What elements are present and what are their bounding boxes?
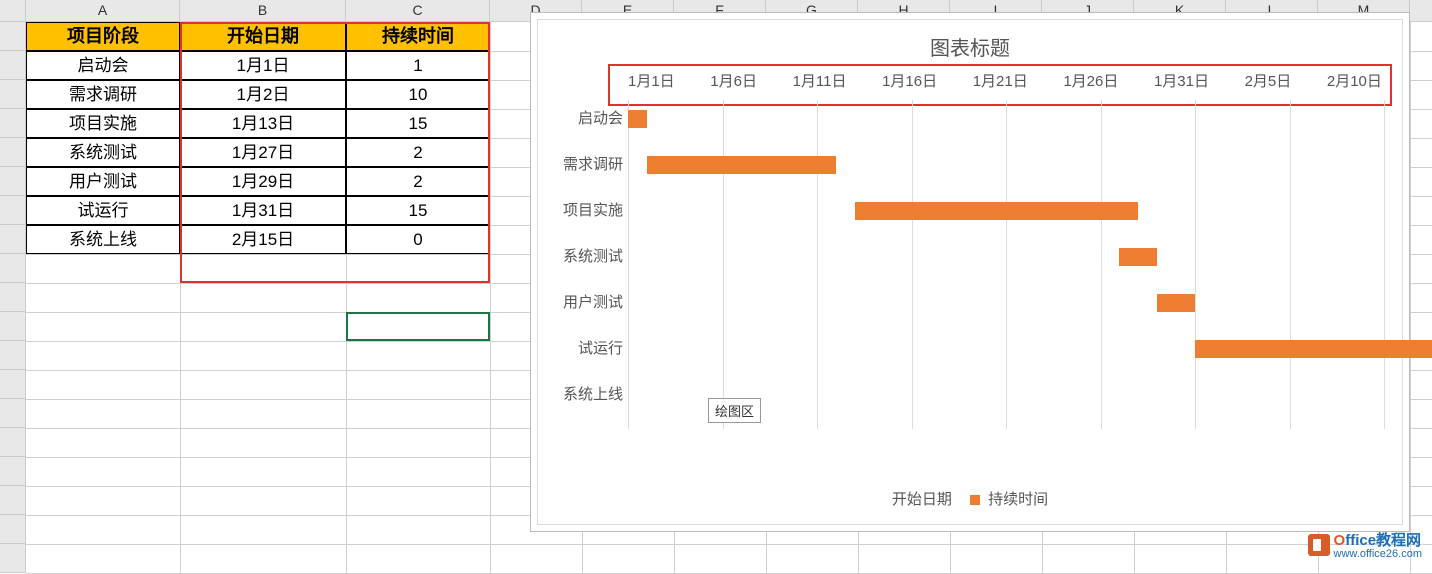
legend-series-start: 开始日期 xyxy=(892,491,952,508)
legend-swatch-icon xyxy=(970,495,980,505)
gantt-category-label: 需求调研 xyxy=(538,156,623,174)
gantt-bar[interactable] xyxy=(628,110,647,128)
cell-start[interactable]: 1月31日 xyxy=(180,196,346,225)
cell-start[interactable]: 1月2日 xyxy=(180,80,346,109)
gantt-bar[interactable] xyxy=(1157,294,1195,312)
watermark: Office教程网 www.office26.com xyxy=(1308,529,1422,560)
row-header[interactable] xyxy=(0,370,26,399)
cell-start[interactable]: 1月27日 xyxy=(180,138,346,167)
x-tick-label: 1月11日 xyxy=(793,70,847,100)
table-header-duration[interactable]: 持续时间 xyxy=(346,22,490,51)
chart-title[interactable]: 图表标题 xyxy=(538,32,1402,61)
x-tick-label: 1月16日 xyxy=(882,70,937,100)
cell-phase[interactable]: 需求调研 xyxy=(26,80,180,109)
plot-area-tooltip: 绘图区 xyxy=(708,398,761,423)
col-header-B[interactable]: B xyxy=(180,0,346,21)
chart-x-axis-ticks: 1月1日 1月6日 1月11日 1月16日 1月21日 1月26日 1月31日 2月5日 2月1… xyxy=(628,70,1382,100)
x-tick-label: 1月1日 xyxy=(628,70,675,100)
row-header[interactable] xyxy=(0,109,26,138)
gantt-bar[interactable] xyxy=(1195,340,1432,358)
cell-phase[interactable]: 系统测试 xyxy=(26,138,180,167)
cell-duration[interactable]: 15 xyxy=(346,196,490,225)
row-header[interactable] xyxy=(0,341,26,370)
col-header-C[interactable]: C xyxy=(346,0,490,21)
row-header[interactable] xyxy=(0,283,26,312)
row-header-column xyxy=(0,22,26,573)
row-header[interactable] xyxy=(0,51,26,80)
cell-start[interactable]: 2月15日 xyxy=(180,225,346,254)
select-all-corner[interactable] xyxy=(0,0,26,21)
cell-duration[interactable]: 10 xyxy=(346,80,490,109)
cell-phase[interactable]: 试运行 xyxy=(26,196,180,225)
row-header[interactable] xyxy=(0,428,26,457)
row-header[interactable] xyxy=(0,544,26,573)
cell-phase[interactable]: 系统上线 xyxy=(26,225,180,254)
chart-gridline xyxy=(1384,100,1385,429)
gantt-category-label: 用户测试 xyxy=(538,294,623,312)
cell-duration[interactable]: 1 xyxy=(346,51,490,80)
row-header[interactable] xyxy=(0,515,26,544)
row-header[interactable] xyxy=(0,138,26,167)
chart-legend[interactable]: 开始日期 持续时间 xyxy=(538,488,1402,509)
row-header[interactable] xyxy=(0,399,26,428)
cell-duration[interactable]: 15 xyxy=(346,109,490,138)
x-tick-label: 1月31日 xyxy=(1154,70,1209,100)
cell-phase[interactable]: 用户测试 xyxy=(26,167,180,196)
x-tick-label: 1月6日 xyxy=(710,70,757,100)
gantt-category-label: 项目实施 xyxy=(538,202,623,220)
row-header[interactable] xyxy=(0,457,26,486)
gantt-bar[interactable] xyxy=(647,156,836,174)
row-header[interactable] xyxy=(0,312,26,341)
cell-duration[interactable]: 2 xyxy=(346,138,490,167)
row-header[interactable] xyxy=(0,196,26,225)
table-header-phase[interactable]: 项目阶段 xyxy=(26,22,180,51)
row-header[interactable] xyxy=(0,225,26,254)
x-tick-label: 2月10日 xyxy=(1327,70,1382,100)
gantt-chart[interactable]: 图表标题 1月1日 1月6日 1月11日 1月16日 1月21日 1月26日 1月31日 2月… xyxy=(530,12,1410,532)
cell-duration[interactable]: 0 xyxy=(346,225,490,254)
office-logo-icon xyxy=(1308,534,1330,556)
chart-plot-area[interactable]: 启动会 需求调研 项目实施 系统测试 用户测试 试运行 系统上线 xyxy=(628,100,1382,429)
gantt-category-label: 系统测试 xyxy=(538,248,623,266)
cell-start[interactable]: 1月29日 xyxy=(180,167,346,196)
cell-start[interactable]: 1月13日 xyxy=(180,109,346,138)
row-header[interactable] xyxy=(0,486,26,515)
gantt-bar[interactable] xyxy=(855,202,1139,220)
x-tick-label: 2月5日 xyxy=(1245,70,1292,100)
gantt-category-label: 系统上线 xyxy=(538,386,623,404)
row-header[interactable] xyxy=(0,80,26,109)
cell-phase[interactable]: 启动会 xyxy=(26,51,180,80)
x-tick-label: 1月26日 xyxy=(1063,70,1118,100)
col-header-A[interactable]: A xyxy=(26,0,180,21)
cell-start[interactable]: 1月1日 xyxy=(180,51,346,80)
legend-series-duration: 持续时间 xyxy=(988,491,1048,508)
row-header[interactable] xyxy=(0,22,26,51)
x-tick-label: 1月21日 xyxy=(973,70,1028,100)
gantt-category-label: 启动会 xyxy=(538,110,623,128)
gantt-bar[interactable] xyxy=(1119,248,1157,266)
cell-duration[interactable]: 2 xyxy=(346,167,490,196)
row-header[interactable] xyxy=(0,167,26,196)
table-header-start[interactable]: 开始日期 xyxy=(180,22,346,51)
gantt-category-label: 试运行 xyxy=(538,340,623,358)
cell-phase[interactable]: 项目实施 xyxy=(26,109,180,138)
row-header[interactable] xyxy=(0,254,26,283)
